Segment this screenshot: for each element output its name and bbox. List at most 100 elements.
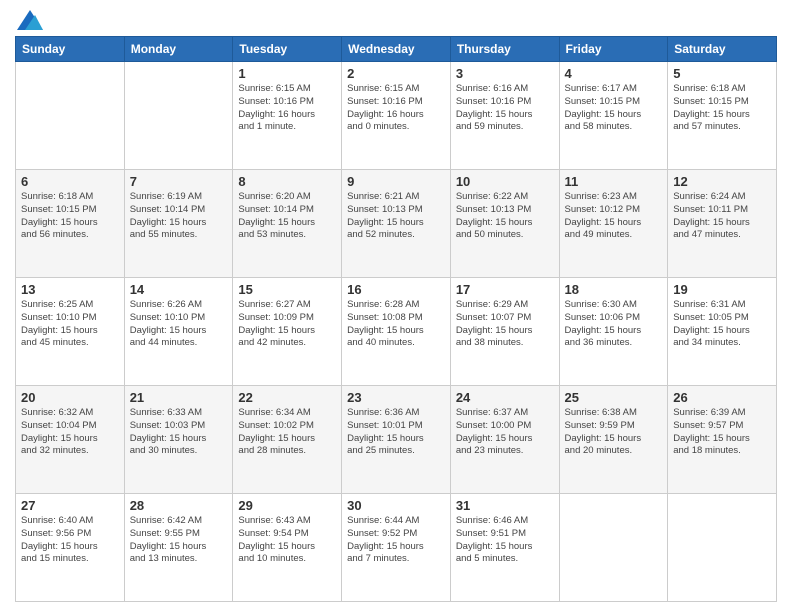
day-info: Sunrise: 6:42 AM Sunset: 9:55 PM Dayligh… — [130, 515, 228, 566]
week-row-4: 20 Sunrise: 6:32 AM Sunset: 10:04 PM Dayl… — [16, 386, 777, 494]
day-cell: 18 Sunrise: 6:30 AM Sunset: 10:06 PM Dayl… — [559, 278, 668, 386]
day-cell: 1Sunrise: 6:15 AM Sunset: 10:16 PM Dayli… — [233, 62, 342, 170]
day-number: 16 — [347, 282, 445, 297]
day-cell: 9 Sunrise: 6:21 AM Sunset: 10:13 PM Dayli… — [342, 170, 451, 278]
week-row-3: 13 Sunrise: 6:25 AM Sunset: 10:10 PM Dayl… — [16, 278, 777, 386]
day-info: Sunrise: 6:21 AM Sunset: 10:13 PM Daylig… — [347, 191, 445, 242]
calendar-table: SundayMondayTuesdayWednesdayThursdayFrid… — [15, 36, 777, 602]
day-cell: 7 Sunrise: 6:19 AM Sunset: 10:14 PM Dayli… — [124, 170, 233, 278]
day-number: 12 — [673, 174, 771, 189]
week-row-1: 1Sunrise: 6:15 AM Sunset: 10:16 PM Dayli… — [16, 62, 777, 170]
day-info: Sunrise: 6:26 AM Sunset: 10:10 PM Daylig… — [130, 299, 228, 350]
day-info: Sunrise: 6:39 AM Sunset: 9:57 PM Dayligh… — [673, 407, 771, 458]
day-number: 2 — [347, 66, 445, 81]
day-info: Sunrise: 6:15 AM Sunset: 10:16 PM Daylig… — [238, 83, 336, 134]
day-number: 4 — [565, 66, 663, 81]
day-number: 27 — [21, 498, 119, 513]
logo — [15, 10, 43, 30]
day-cell: 2 Sunrise: 6:15 AM Sunset: 10:16 PM Dayli… — [342, 62, 451, 170]
day-cell: 20 Sunrise: 6:32 AM Sunset: 10:04 PM Dayl… — [16, 386, 125, 494]
day-number: 20 — [21, 390, 119, 405]
day-cell: 27 Sunrise: 6:40 AM Sunset: 9:56 PM Dayli… — [16, 494, 125, 602]
day-number: 14 — [130, 282, 228, 297]
logo-icon — [17, 10, 43, 30]
day-cell: 8 Sunrise: 6:20 AM Sunset: 10:14 PM Dayli… — [233, 170, 342, 278]
day-number: 19 — [673, 282, 771, 297]
day-cell: 19Sunrise: 6:31 AM Sunset: 10:05 PM Dayl… — [668, 278, 777, 386]
day-cell: 6 Sunrise: 6:18 AM Sunset: 10:15 PM Dayli… — [16, 170, 125, 278]
day-cell: 31Sunrise: 6:46 AM Sunset: 9:51 PM Dayli… — [450, 494, 559, 602]
day-info: Sunrise: 6:36 AM Sunset: 10:01 PM Daylig… — [347, 407, 445, 458]
day-cell — [668, 494, 777, 602]
weekday-header-sunday: Sunday — [16, 37, 125, 62]
day-number: 26 — [673, 390, 771, 405]
day-info: Sunrise: 6:33 AM Sunset: 10:03 PM Daylig… — [130, 407, 228, 458]
day-info: Sunrise: 6:37 AM Sunset: 10:00 PM Daylig… — [456, 407, 554, 458]
day-number: 15 — [238, 282, 336, 297]
day-info: Sunrise: 6:18 AM Sunset: 10:15 PM Daylig… — [21, 191, 119, 242]
day-cell: 5 Sunrise: 6:18 AM Sunset: 10:15 PM Dayli… — [668, 62, 777, 170]
day-cell: 14 Sunrise: 6:26 AM Sunset: 10:10 PM Dayl… — [124, 278, 233, 386]
day-info: Sunrise: 6:17 AM Sunset: 10:15 PM Daylig… — [565, 83, 663, 134]
day-info: Sunrise: 6:38 AM Sunset: 9:59 PM Dayligh… — [565, 407, 663, 458]
week-row-5: 27 Sunrise: 6:40 AM Sunset: 9:56 PM Dayli… — [16, 494, 777, 602]
day-cell: 21Sunrise: 6:33 AM Sunset: 10:03 PM Dayl… — [124, 386, 233, 494]
day-number: 5 — [673, 66, 771, 81]
day-info: Sunrise: 6:23 AM Sunset: 10:12 PM Daylig… — [565, 191, 663, 242]
day-info: Sunrise: 6:43 AM Sunset: 9:54 PM Dayligh… — [238, 515, 336, 566]
day-cell: 23 Sunrise: 6:36 AM Sunset: 10:01 PM Dayl… — [342, 386, 451, 494]
day-cell: 10 Sunrise: 6:22 AM Sunset: 10:13 PM Dayl… — [450, 170, 559, 278]
weekday-header-wednesday: Wednesday — [342, 37, 451, 62]
day-info: Sunrise: 6:15 AM Sunset: 10:16 PM Daylig… — [347, 83, 445, 134]
day-number: 22 — [238, 390, 336, 405]
day-info: Sunrise: 6:34 AM Sunset: 10:02 PM Daylig… — [238, 407, 336, 458]
day-number: 3 — [456, 66, 554, 81]
day-cell: 3Sunrise: 6:16 AM Sunset: 10:16 PM Dayli… — [450, 62, 559, 170]
day-number: 9 — [347, 174, 445, 189]
day-number: 6 — [21, 174, 119, 189]
day-info: Sunrise: 6:18 AM Sunset: 10:15 PM Daylig… — [673, 83, 771, 134]
weekday-header-monday: Monday — [124, 37, 233, 62]
day-number: 28 — [130, 498, 228, 513]
day-number: 7 — [130, 174, 228, 189]
day-info: Sunrise: 6:28 AM Sunset: 10:08 PM Daylig… — [347, 299, 445, 350]
day-number: 10 — [456, 174, 554, 189]
day-info: Sunrise: 6:46 AM Sunset: 9:51 PM Dayligh… — [456, 515, 554, 566]
day-cell — [16, 62, 125, 170]
day-number: 13 — [21, 282, 119, 297]
day-cell: 11 Sunrise: 6:23 AM Sunset: 10:12 PM Dayl… — [559, 170, 668, 278]
day-info: Sunrise: 6:19 AM Sunset: 10:14 PM Daylig… — [130, 191, 228, 242]
day-cell: 25Sunrise: 6:38 AM Sunset: 9:59 PM Dayli… — [559, 386, 668, 494]
day-number: 18 — [565, 282, 663, 297]
day-info: Sunrise: 6:24 AM Sunset: 10:11 PM Daylig… — [673, 191, 771, 242]
day-cell: 17 Sunrise: 6:29 AM Sunset: 10:07 PM Dayl… — [450, 278, 559, 386]
day-info: Sunrise: 6:32 AM Sunset: 10:04 PM Daylig… — [21, 407, 119, 458]
day-cell: 15Sunrise: 6:27 AM Sunset: 10:09 PM Dayl… — [233, 278, 342, 386]
day-info: Sunrise: 6:30 AM Sunset: 10:06 PM Daylig… — [565, 299, 663, 350]
day-cell — [559, 494, 668, 602]
weekday-header-tuesday: Tuesday — [233, 37, 342, 62]
day-info: Sunrise: 6:29 AM Sunset: 10:07 PM Daylig… — [456, 299, 554, 350]
day-info: Sunrise: 6:40 AM Sunset: 9:56 PM Dayligh… — [21, 515, 119, 566]
day-number: 23 — [347, 390, 445, 405]
day-info: Sunrise: 6:44 AM Sunset: 9:52 PM Dayligh… — [347, 515, 445, 566]
day-cell — [124, 62, 233, 170]
weekday-header-thursday: Thursday — [450, 37, 559, 62]
weekday-header-row: SundayMondayTuesdayWednesdayThursdayFrid… — [16, 37, 777, 62]
weekday-header-saturday: Saturday — [668, 37, 777, 62]
day-cell: 28 Sunrise: 6:42 AM Sunset: 9:55 PM Dayli… — [124, 494, 233, 602]
day-number: 8 — [238, 174, 336, 189]
page: SundayMondayTuesdayWednesdayThursdayFrid… — [0, 0, 792, 612]
day-cell: 12 Sunrise: 6:24 AM Sunset: 10:11 PM Dayl… — [668, 170, 777, 278]
day-number: 30 — [347, 498, 445, 513]
day-number: 11 — [565, 174, 663, 189]
day-cell: 22 Sunrise: 6:34 AM Sunset: 10:02 PM Dayl… — [233, 386, 342, 494]
day-cell: 30 Sunrise: 6:44 AM Sunset: 9:52 PM Dayli… — [342, 494, 451, 602]
day-number: 24 — [456, 390, 554, 405]
day-info: Sunrise: 6:25 AM Sunset: 10:10 PM Daylig… — [21, 299, 119, 350]
day-cell: 13 Sunrise: 6:25 AM Sunset: 10:10 PM Dayl… — [16, 278, 125, 386]
day-number: 17 — [456, 282, 554, 297]
day-info: Sunrise: 6:20 AM Sunset: 10:14 PM Daylig… — [238, 191, 336, 242]
day-info: Sunrise: 6:22 AM Sunset: 10:13 PM Daylig… — [456, 191, 554, 242]
header — [15, 10, 777, 30]
